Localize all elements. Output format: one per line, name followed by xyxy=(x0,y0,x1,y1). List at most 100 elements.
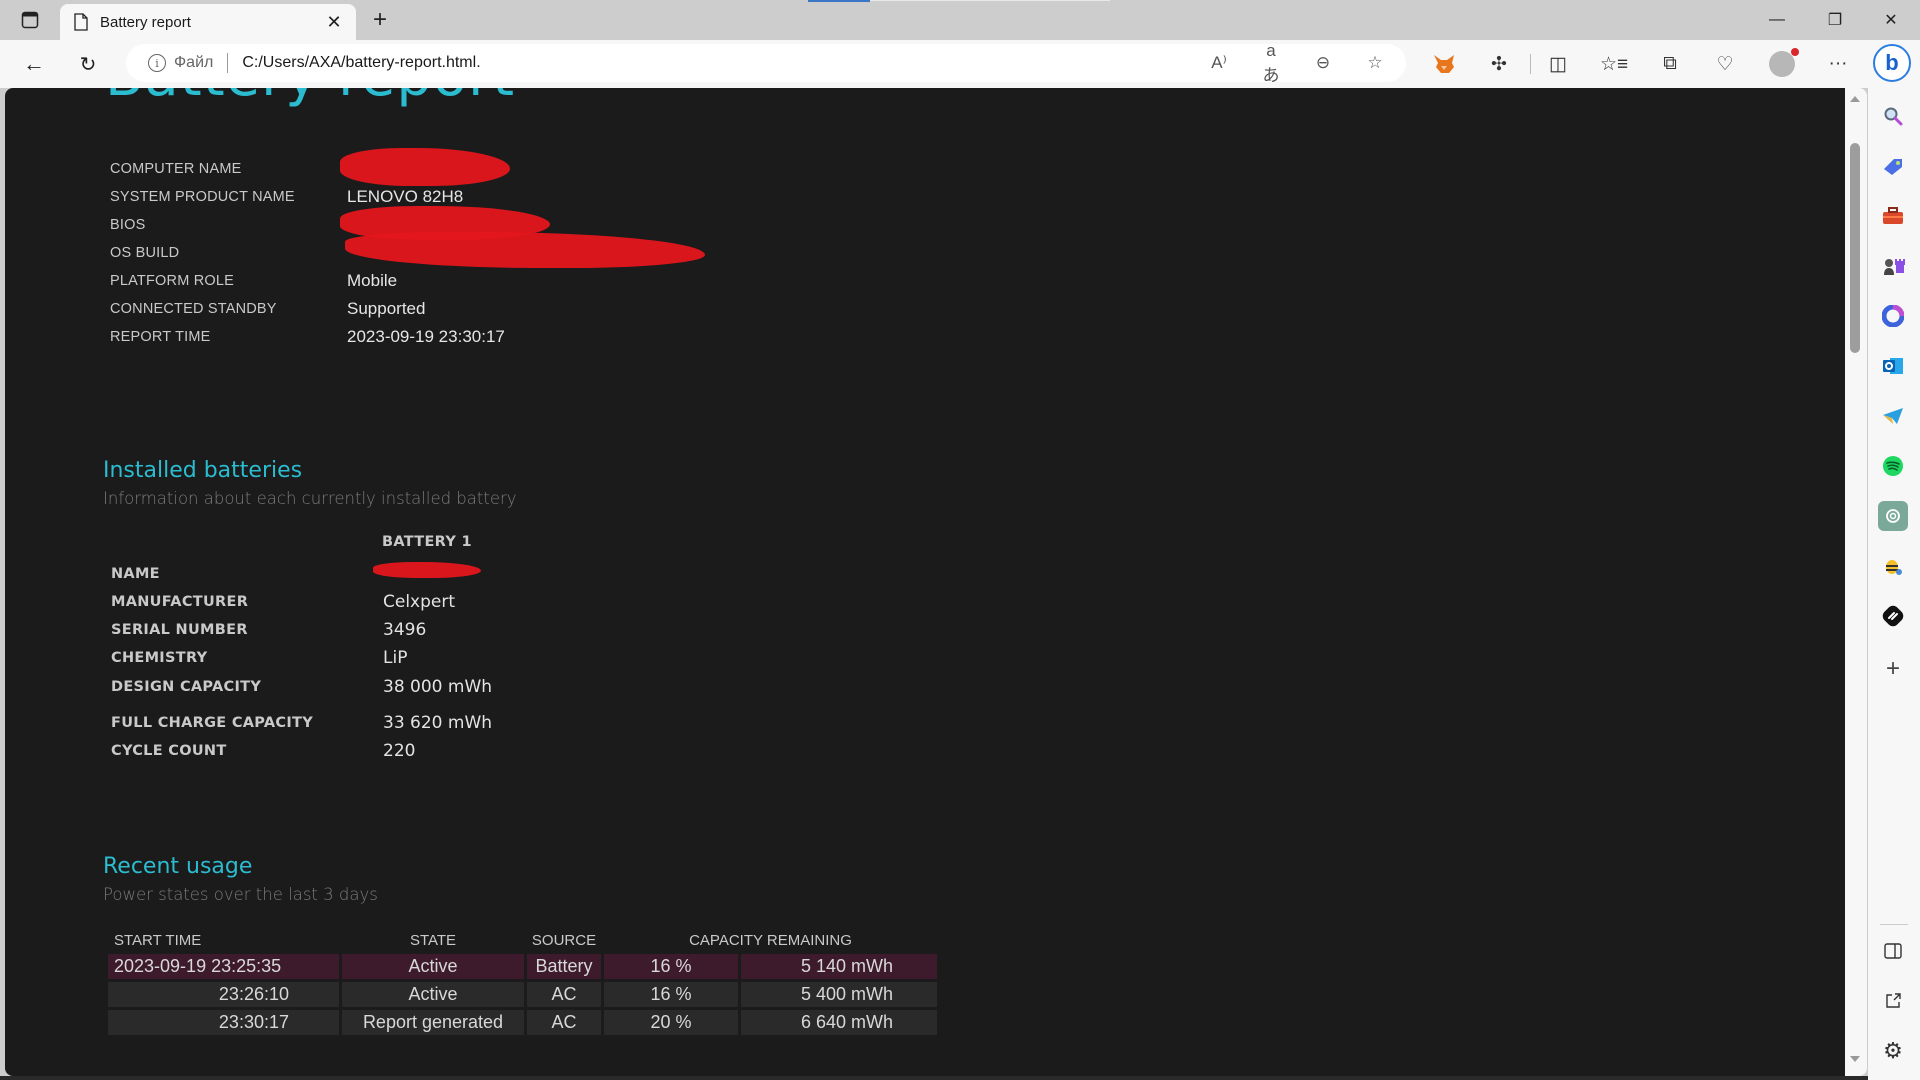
panel-icon xyxy=(1884,943,1902,959)
magnifier-icon xyxy=(1884,107,1903,126)
url-text[interactable]: C:/Users/AXA/battery-report.html. xyxy=(242,54,480,72)
translate-icon[interactable]: aあ xyxy=(1260,41,1282,86)
page-scrollbar[interactable] xyxy=(1845,88,1867,1076)
cell-capacity-percent: 20 % xyxy=(604,1010,738,1035)
favorites-icon[interactable]: ☆≡ xyxy=(1598,49,1630,79)
sidebar-games-icon[interactable] xyxy=(1878,251,1908,281)
favorite-star-icon[interactable]: ☆ xyxy=(1364,53,1386,73)
cell-state: Report generated xyxy=(342,1010,524,1035)
installed-batteries-title: Installed batteries xyxy=(103,458,303,483)
profile-button[interactable] xyxy=(1766,48,1799,79)
page-title: Battery report xyxy=(105,88,515,109)
scroll-up-arrow-icon[interactable] xyxy=(1850,96,1860,102)
bing-copilot-button[interactable]: b xyxy=(1873,44,1911,82)
page-viewport: Battery report COMPUTER NAME SYSTEM PROD… xyxy=(5,88,1845,1076)
sidebar-open-external-icon[interactable] xyxy=(1878,986,1908,1016)
table-header-row: START TIME STATE SOURCE CAPACITY REMAINI… xyxy=(108,929,937,951)
split-screen-icon[interactable]: ◫ xyxy=(1542,49,1574,79)
metamask-extension-icon[interactable] xyxy=(1428,49,1460,79)
close-window-icon: ✕ xyxy=(1884,12,1898,29)
bing-icon: b xyxy=(1885,50,1899,75)
battery-column-header: BATTERY 1 xyxy=(382,534,472,550)
cell-capacity-mwh: 5 140 mWh xyxy=(741,954,937,979)
minimize-button[interactable]: — xyxy=(1748,0,1806,40)
info-label: SYSTEM PRODUCT NAME xyxy=(110,189,295,205)
restore-icon: ❐ xyxy=(1827,12,1843,29)
battery-label: CHEMISTRY xyxy=(111,650,208,666)
sidebar-bee-icon[interactable] xyxy=(1878,551,1908,581)
column-header-start-time: START TIME xyxy=(114,931,202,949)
tab-battery-report[interactable]: Battery report ✕ xyxy=(60,4,356,40)
tab-actions-icon xyxy=(21,11,39,29)
extensions-icon[interactable]: ✣ xyxy=(1483,49,1515,79)
back-button[interactable]: ← xyxy=(18,50,50,78)
cell-source: AC xyxy=(527,1010,601,1035)
paper-plane-icon xyxy=(1883,408,1903,424)
battery-label: MANUFACTURER xyxy=(111,594,249,610)
site-info-icon[interactable]: i xyxy=(148,54,166,72)
restore-button[interactable]: ❐ xyxy=(1806,0,1864,40)
reload-button[interactable]: ↻ xyxy=(72,50,104,78)
battery-info-row: NAME xyxy=(111,560,383,588)
sidebar-chatgpt-icon[interactable] xyxy=(1878,501,1908,531)
battery-info-row: DESIGN CAPACITY 38 000 mWh xyxy=(111,672,492,702)
system-info-row: OS BUILD xyxy=(110,239,347,267)
address-bar-actions: A⁾ aあ ⊖ ☆ xyxy=(1208,41,1386,85)
external-link-icon xyxy=(1886,993,1901,1008)
outlook-icon xyxy=(1883,358,1903,374)
info-label: PLATFORM ROLE xyxy=(110,273,234,289)
sidebar-shopping-icon[interactable] xyxy=(1878,151,1908,181)
minimize-icon: — xyxy=(1769,11,1785,28)
sidebar-divider xyxy=(1880,924,1908,925)
battery-value: Celxpert xyxy=(383,592,456,612)
tab-actions-button[interactable] xyxy=(14,6,46,34)
system-info-row: COMPUTER NAME xyxy=(110,155,347,183)
address-bar[interactable]: i Файл C:/Users/AXA/battery-report.html.… xyxy=(126,41,1406,85)
system-info-row: PLATFORM ROLE Mobile xyxy=(110,267,397,295)
battery-label: SERIAL NUMBER xyxy=(111,622,248,638)
table-row: 2023-09-19 23:25:35 Active Battery 16 % … xyxy=(108,954,937,979)
scrollbar-thumb[interactable] xyxy=(1850,143,1860,353)
arrow-left-icon: ← xyxy=(23,51,45,76)
more-menu-icon[interactable]: ··· xyxy=(1822,49,1854,79)
read-aloud-icon[interactable]: A⁾ xyxy=(1208,53,1230,73)
sidebar-outlook-icon[interactable] xyxy=(1878,351,1908,381)
info-label: BIOS xyxy=(110,217,146,233)
sidebar-add-icon[interactable]: + xyxy=(1878,654,1908,684)
cell-capacity-percent: 16 % xyxy=(604,982,738,1007)
cell-start-time: 23:30:17 xyxy=(108,1010,339,1035)
sidebar-search-icon[interactable] xyxy=(1878,101,1908,131)
sidebar-settings-icon[interactable]: ⚙ xyxy=(1878,1036,1908,1066)
sidebar-m365-icon[interactable] xyxy=(1878,301,1908,331)
close-window-button[interactable]: ✕ xyxy=(1862,0,1920,40)
redaction-mark xyxy=(373,562,481,578)
sidebar-tools-icon[interactable] xyxy=(1878,201,1908,231)
sidebar-telegram-icon[interactable] xyxy=(1878,401,1908,431)
info-value: Supported xyxy=(347,299,426,318)
sidebar-spotify-icon[interactable] xyxy=(1878,451,1908,481)
battery-info-row: FULL CHARGE CAPACITY 33 620 mWh xyxy=(111,709,492,737)
installed-batteries-subtitle: Information about each currently install… xyxy=(103,489,517,508)
battery-label: NAME xyxy=(111,566,160,582)
toolbox-icon xyxy=(1883,207,1903,224)
fox-icon xyxy=(1434,55,1454,73)
info-value: LENOVO 82H8 xyxy=(347,187,464,206)
browser-toolbar: ← ↻ i Файл C:/Users/AXA/battery-report.h… xyxy=(0,40,1920,88)
system-info-row: REPORT TIME 2023-09-19 23:30:17 xyxy=(110,323,505,351)
scroll-down-arrow-icon[interactable] xyxy=(1850,1056,1860,1062)
zoom-out-icon[interactable]: ⊖ xyxy=(1312,53,1334,73)
browser-essentials-icon[interactable]: ♡ xyxy=(1709,49,1741,79)
plus-icon: + xyxy=(372,6,387,33)
new-tab-button[interactable]: + xyxy=(364,6,396,34)
cell-state: Active xyxy=(342,982,524,1007)
sidebar-shazam-icon[interactable] xyxy=(1878,601,1908,631)
sidebar-toggle-icon[interactable] xyxy=(1878,936,1908,966)
collections-icon[interactable]: ⧉ xyxy=(1654,49,1686,79)
tab-loading-indicator xyxy=(808,0,870,2)
tab-title: Battery report xyxy=(100,13,191,31)
reload-icon: ↻ xyxy=(79,53,97,76)
system-info-row: BIOS xyxy=(110,211,347,239)
close-icon[interactable]: ✕ xyxy=(322,12,346,33)
redaction-mark xyxy=(345,232,705,268)
toolbar-divider xyxy=(1530,54,1531,74)
